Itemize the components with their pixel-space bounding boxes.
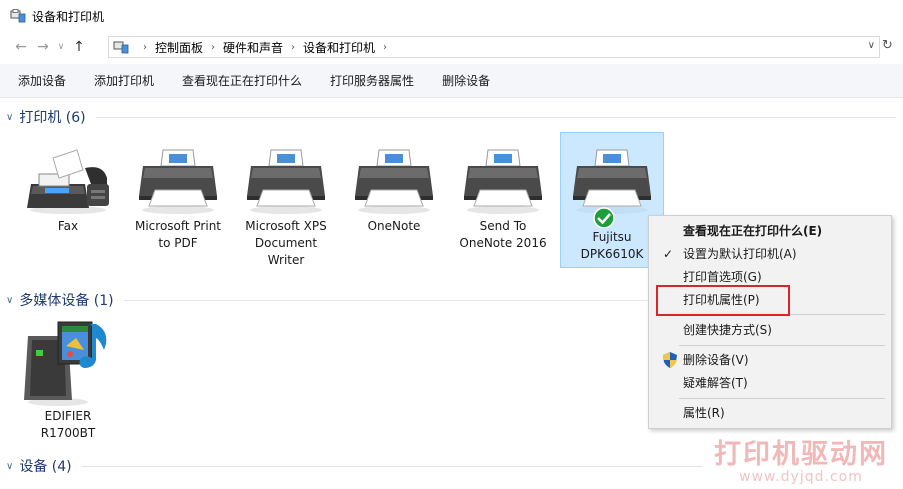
group-header-printers[interactable]: ∨ 打印机 (6) [6,107,896,127]
device-tile-edifier-r1700bt[interactable]: EDIFIER R1700BT [16,316,120,442]
device-label: EDIFIER [44,409,92,423]
devices-printers-icon [10,9,26,23]
printer-icon [573,149,651,228]
up-arrow-icon[interactable]: ↑ [68,36,90,58]
checkmark-icon: ✓ [662,247,674,261]
menu-item-label: 疑难解答(T) [683,376,748,390]
group-title: 打印机 (6) [19,110,86,126]
add-printer-button[interactable]: 添加打印机 [84,64,164,98]
command-bar: 添加设备 添加打印机 查看现在正在打印什么 打印服务器属性 删除设备 [0,64,903,98]
printer-icon [355,149,433,214]
see-whats-printing-button[interactable]: 查看现在正在打印什么 [172,64,312,98]
device-label: Send To [479,219,527,233]
breadcrumb: › 控制面板 › 硬件和声音 › 设备和打印机 › [135,39,395,56]
device-label: Writer [267,253,305,267]
address-bar[interactable]: › 控制面板 › 硬件和声音 › 设备和打印机 › ∨ [108,36,880,58]
menu-item-remove-device[interactable]: 删除设备(V) [649,349,891,371]
watermark: 打印机驱动网 www.dyjqd.com [706,432,896,485]
device-tile-microsoft-xps-document-writer[interactable]: Microsoft XPS Document Writer [234,144,338,269]
media-device-icon [24,321,107,406]
device-tile-microsoft-print-to-pdf[interactable]: Microsoft Print to PDF [126,144,230,252]
group-title: 多媒体设备 (1) [19,293,114,309]
menu-item-label: 属性(R) [683,406,725,420]
navigation-bar: ← → ∨ ↑ › 控制面板 › 硬件和声音 › 设备和打印机 › ∨ ↻ [0,34,903,60]
group-divider [95,116,896,118]
menu-separator [679,345,885,346]
collapse-chevron-icon[interactable]: ∨ [6,461,13,472]
collapse-chevron-icon[interactable]: ∨ [6,295,13,306]
breadcrumb-separator-icon: › [143,41,147,53]
printer-icon [247,149,325,214]
device-tile-send-to-onenote-2016[interactable]: Send To OneNote 2016 [451,144,555,252]
printer-icon [139,149,217,214]
title-bar: 设备和打印机 [0,0,903,32]
refresh-icon[interactable]: ↻ [882,38,893,53]
menu-item-label: 查看现在正在打印什么(E) [683,224,823,238]
device-tile-onenote[interactable]: OneNote [342,144,446,235]
group-divider [81,465,702,467]
breadcrumb-separator-icon: › [211,41,216,53]
group-title: 设备 (4) [19,459,72,475]
fax-icon [27,149,109,214]
control-panel-icon [113,41,129,54]
menu-item-label: 设置为默认打印机(A) [683,247,797,261]
breadcrumb-separator-icon: › [383,41,388,53]
device-label: R1700BT [40,426,96,440]
breadcrumb-separator-icon: › [291,41,296,53]
device-label: OneNote [367,219,421,233]
menu-item-set-default-printer[interactable]: ✓ 设置为默认打印机(A) [649,243,891,265]
menu-item-see-whats-printing[interactable]: 查看现在正在打印什么(E) [649,220,891,242]
menu-item-properties[interactable]: 属性(R) [649,402,891,424]
menu-item-create-shortcut[interactable]: 创建快捷方式(S) [649,319,891,341]
menu-item-label: 创建快捷方式(S) [683,323,772,337]
back-arrow-icon[interactable]: ← [10,36,32,58]
menu-item-label: 删除设备(V) [683,353,749,367]
breadcrumb-control-panel[interactable]: 控制面板 [155,39,203,56]
breadcrumb-devices-printers[interactable]: 设备和打印机 [303,39,375,56]
highlight-box [656,285,790,316]
remove-device-button[interactable]: 删除设备 [432,64,500,98]
print-server-properties-button[interactable]: 打印服务器属性 [320,64,424,98]
menu-item-label: 打印首选项(G) [683,270,762,284]
device-label: to PDF [158,236,198,250]
watermark-title: 打印机驱动网 [714,439,888,470]
recent-locations-chevron-icon[interactable]: ∨ [54,36,68,58]
context-menu: 查看现在正在打印什么(E) ✓ 设置为默认打印机(A) 打印首选项(G) 打印机… [648,215,892,429]
default-check-badge-icon [593,207,615,228]
device-label: Microsoft XPS [245,219,327,233]
device-label: Microsoft Print [134,219,222,233]
menu-separator [679,398,885,399]
forward-arrow-icon[interactable]: → [32,36,54,58]
breadcrumb-hardware-sound[interactable]: 硬件和声音 [223,39,283,56]
menu-item-troubleshoot[interactable]: 疑难解答(T) [649,372,891,394]
add-device-button[interactable]: 添加设备 [8,64,76,98]
printer-icon [464,149,542,214]
device-label: OneNote 2016 [459,236,547,250]
window-title: 设备和打印机 [32,9,105,24]
collapse-chevron-icon[interactable]: ∨ [6,112,13,123]
watermark-url: www.dyjqd.com [739,469,863,485]
uac-shield-icon [663,352,677,368]
device-tile-fax[interactable]: Fax [16,144,120,235]
device-label: Fax [57,219,79,233]
address-dropdown-icon[interactable]: ∨ [868,40,875,51]
device-label: Document [254,236,318,250]
